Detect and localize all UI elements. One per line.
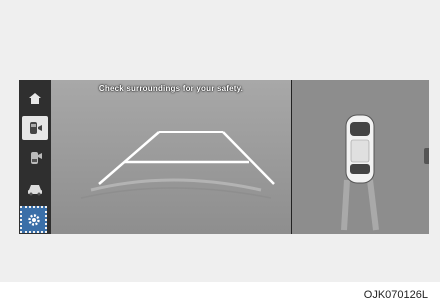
front-camera-view-icon <box>26 149 44 167</box>
settings-button[interactable] <box>20 206 47 233</box>
settings-icon <box>27 213 41 227</box>
front-camera-view-button[interactable] <box>22 146 48 170</box>
home-button[interactable] <box>22 86 48 110</box>
rear-camera-view-icon <box>26 119 44 137</box>
figure-code: OJK070126L <box>363 289 428 301</box>
parking-guidelines <box>51 80 291 234</box>
home-icon <box>28 92 42 105</box>
top-view-button[interactable] <box>22 176 48 200</box>
infotainment-screen: Check surroundings for your safety. <box>19 80 429 234</box>
camera-mode-sidebar <box>19 80 51 234</box>
top-view-car-icon <box>26 180 44 196</box>
camera-caption: Check surroundings for your safety. <box>98 84 244 93</box>
figure-panel: Check surroundings for your safety. <box>0 0 440 282</box>
surround-top-view <box>292 80 429 234</box>
top-view-car <box>292 80 429 234</box>
rear-camera-view: Check surroundings for your safety. <box>51 80 291 234</box>
rear-camera-view-button[interactable] <box>22 116 48 140</box>
panel-handle[interactable] <box>424 148 429 164</box>
